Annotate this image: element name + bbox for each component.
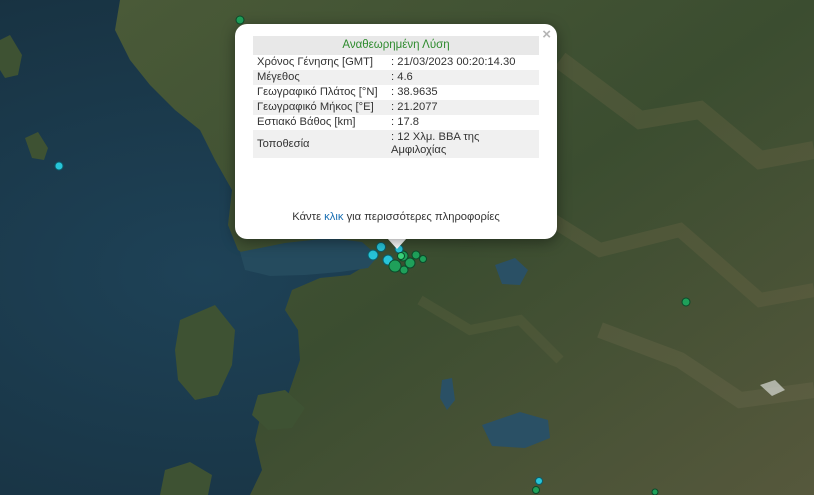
row-value: : 17.8 [391,116,419,128]
row-label: Γεωγραφικό Πλάτος [°N] [257,86,378,98]
map-view[interactable]: × Αναθεωρημένη Λύση Χρόνος Γένησης [GMT]… [0,0,814,495]
row-label: Εστιακό Βάθος [km] [257,116,356,128]
row-label: Μέγεθος [253,70,387,85]
row-label: Γεωγραφικό Μήκος [°E] [253,100,387,115]
row-value: : 12 Χλμ. ΒΒΑ της Αμφιλοχίας [387,130,539,158]
row-label: Τοποθεσία [253,130,387,158]
more-info-link[interactable]: κλικ [324,211,343,223]
popup-tip [387,238,407,249]
row-value: : 4.6 [387,70,539,85]
row-value: : 21/03/2023 00:20:14.30 [391,56,516,68]
close-icon[interactable]: × [542,27,551,43]
row-value: : 21.2077 [387,100,539,115]
earthquake-info-popup: × Αναθεωρημένη Λύση Χρόνος Γένησης [GMT]… [235,24,557,239]
row-value: : 38.9635 [391,86,438,98]
more-prefix: Κάντε [292,211,322,223]
more-suffix: για περισσότερες πληροφορίες [346,211,500,223]
earthquake-details-table: Αναθεωρημένη Λύση Χρόνος Γένησης [GMT] :… [253,36,539,158]
more-info-line: Κάντε κλικ για περισσότερες πληροφορίες [235,211,557,223]
popup-title: Αναθεωρημένη Λύση [253,36,539,55]
row-label: Χρόνος Γένησης [GMT] [257,56,374,68]
